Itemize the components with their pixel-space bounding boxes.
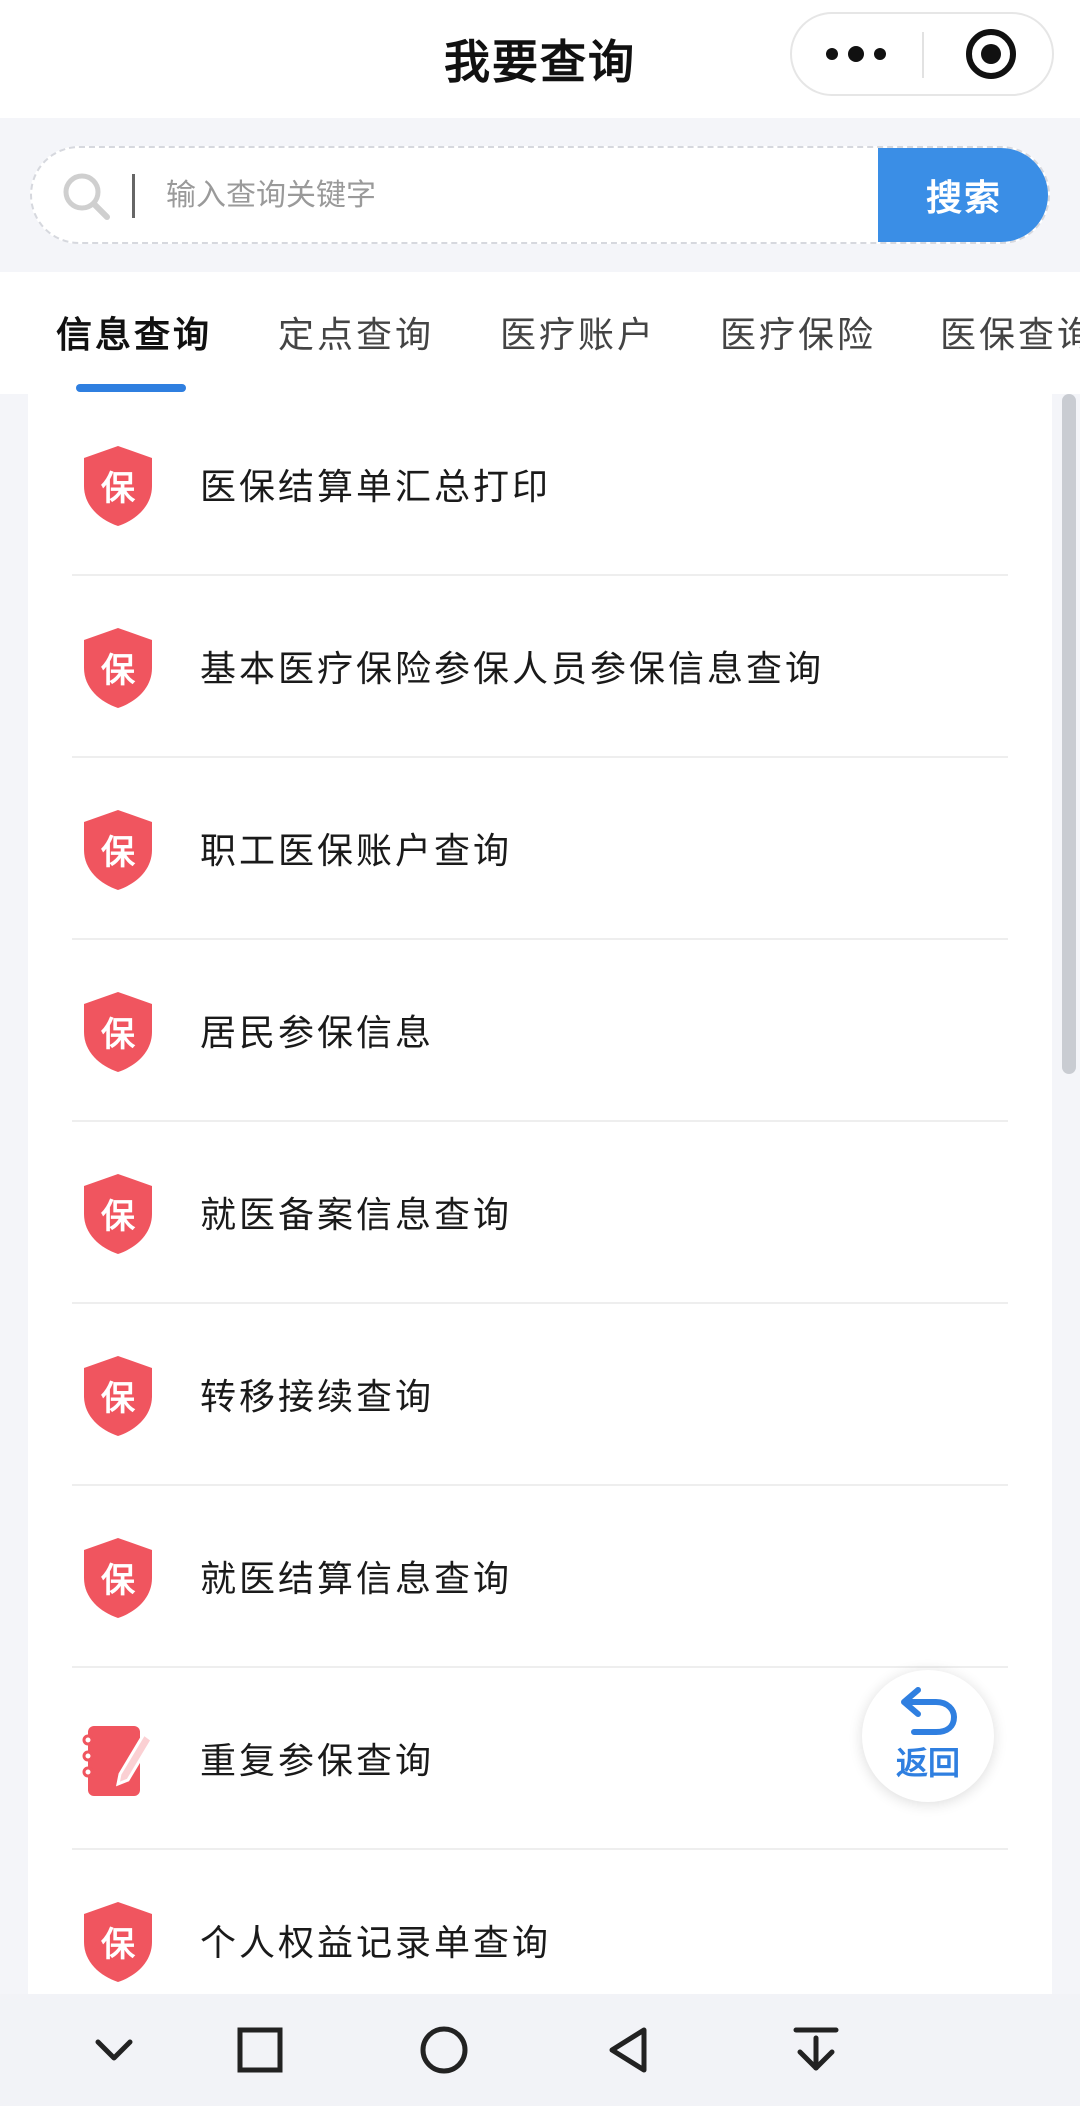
insurance-shield-icon: 保 [84, 1538, 152, 1618]
svg-text:保: 保 [101, 1379, 136, 1419]
search-bar: 搜索 [30, 146, 1050, 244]
insurance-shield-icon: 保 [84, 1356, 152, 1436]
tab-insurance-query[interactable]: 医保查询 [940, 306, 1080, 358]
svg-text:保: 保 [101, 1561, 136, 1601]
triangle-back-icon[interactable] [602, 2022, 658, 2078]
category-tabs: 信息查询 定点查询 医疗账户 医疗保险 医保查询 [0, 272, 1080, 394]
insurance-shield-icon: 保 [84, 1902, 152, 1982]
insurance-shield-icon: 保 [84, 446, 152, 526]
system-nav-bar [0, 1994, 1080, 2106]
list-item[interactable]: 保 转移接续查询 [72, 1304, 1008, 1486]
insurance-shield-icon: 保 [84, 992, 152, 1072]
svg-text:保: 保 [101, 833, 136, 873]
svg-text:保: 保 [101, 469, 136, 509]
insurance-shield-icon: 保 [84, 628, 152, 708]
list-item[interactable]: 保 就医备案信息查询 [72, 1122, 1008, 1304]
download-arrow-icon[interactable] [788, 2022, 844, 2078]
list-item-label: 就医结算信息查询 [200, 1559, 513, 1600]
list-item-label: 基本医疗保险参保人员参保信息查询 [200, 649, 825, 690]
mini-program-capsule [790, 12, 1054, 96]
tab-medical-insurance[interactable]: 医疗保险 [720, 306, 876, 358]
insurance-shield-icon: 保 [84, 810, 152, 890]
list-item-label: 职工医保账户查询 [200, 831, 513, 872]
capsule-divider [922, 32, 924, 78]
square-recents-icon[interactable] [232, 2022, 288, 2078]
list-item-label: 居民参保信息 [200, 1013, 435, 1054]
list-item-label: 个人权益记录单查询 [200, 1923, 552, 1964]
list-item[interactable]: 保 职工医保账户查询 [72, 758, 1008, 940]
search-input[interactable] [166, 148, 846, 242]
insurance-shield-icon: 保 [84, 1174, 152, 1254]
notebook-pen-icon [82, 1726, 154, 1796]
svg-text:保: 保 [101, 1015, 136, 1055]
tab-designated-query[interactable]: 定点查询 [278, 306, 434, 358]
svg-text:保: 保 [101, 1925, 136, 1965]
circle-home-icon[interactable] [416, 2022, 472, 2078]
back-button-label: 返回 [895, 1744, 960, 1782]
more-dots-icon[interactable] [792, 14, 920, 94]
list-item-label: 就医备案信息查询 [200, 1195, 513, 1236]
search-icon [63, 173, 110, 220]
active-tab-indicator [76, 384, 186, 392]
svg-text:保: 保 [101, 651, 136, 691]
scrollbar[interactable] [1062, 394, 1076, 1074]
search-button[interactable]: 搜索 [878, 148, 1048, 242]
svg-text:保: 保 [101, 1197, 136, 1237]
tab-info-query[interactable]: 信息查询 [56, 306, 212, 358]
return-arrow-icon [901, 1687, 958, 1735]
tab-medical-account[interactable]: 医疗账户 [500, 306, 656, 358]
list-item[interactable]: 保 医保结算单汇总打印 [72, 394, 1008, 576]
list-item-label: 转移接续查询 [200, 1377, 435, 1418]
list-item-label: 医保结算单汇总打印 [200, 467, 552, 508]
list-item-label: 重复参保查询 [200, 1741, 435, 1782]
list-item[interactable]: 保 居民参保信息 [72, 940, 1008, 1122]
target-circle-icon[interactable] [966, 29, 1016, 79]
list-item[interactable]: 保 就医结算信息查询 [72, 1486, 1008, 1668]
chevron-down-icon[interactable] [86, 2022, 142, 2078]
back-button[interactable]: 返回 [862, 1670, 994, 1802]
title-bar: 我要查询 [0, 0, 1080, 118]
list-item[interactable]: 保 基本医疗保险参保人员参保信息查询 [72, 576, 1008, 758]
list-item[interactable]: 保 个人权益记录单查询 [72, 1850, 1008, 1994]
text-cursor [132, 174, 135, 218]
